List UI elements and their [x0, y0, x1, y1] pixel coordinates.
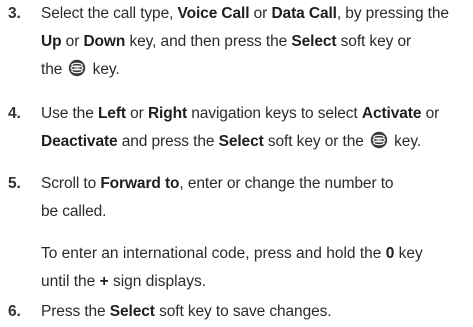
text: Select the call type, [41, 5, 178, 22]
bold-term: Select [218, 133, 264, 150]
step-number: 5. [8, 175, 21, 192]
text: Press the [41, 303, 110, 320]
text: key, and then press the [125, 33, 292, 50]
bold-term: Forward to [100, 175, 180, 192]
step-line: Scroll to Forward to, enter or change th… [41, 170, 471, 198]
bold-term: Deactivate [41, 133, 118, 150]
step-line: Press the Select soft key to save change… [41, 298, 471, 326]
step-line: Up or Down key, and then press the Selec… [41, 28, 471, 56]
bold-term: + [99, 273, 109, 290]
text: key [394, 245, 423, 262]
step-line: Use the Left or Right navigation keys to… [41, 100, 471, 128]
text: soft key or the [263, 133, 368, 150]
text: navigation keys to select [187, 105, 362, 122]
bold-term: Up [41, 33, 62, 50]
step-number: 4. [8, 105, 21, 122]
step-text: Select the call type, Voice Call or Data… [41, 0, 471, 84]
text: soft key to save changes. [154, 303, 332, 320]
select-key-icon [370, 131, 388, 149]
note-line: until the + sign displays. [41, 268, 471, 296]
bold-term: Voice Call [177, 5, 250, 22]
text: To enter an international code, press an… [41, 245, 386, 262]
text: the [41, 61, 67, 78]
bold-term: Down [83, 33, 126, 50]
text: Scroll to [41, 175, 101, 192]
step-line: Deactivate and press the Select soft key… [41, 128, 471, 156]
step-line: be called. [41, 203, 107, 220]
text: , enter or change the number to [179, 175, 394, 192]
text: key. [389, 133, 422, 150]
bold-term: Left [97, 105, 126, 122]
step-text: Scroll to Forward to, enter or change th… [41, 170, 471, 226]
text: or [125, 105, 148, 122]
manual-page: 3. Select the call type, Voice Call or D… [0, 0, 473, 327]
text: sign displays. [108, 273, 207, 290]
step-text: Press the Select soft key to save change… [41, 298, 471, 326]
bold-term: Right [147, 105, 188, 122]
bold-term: Data Call [271, 5, 337, 22]
text: and press the [117, 133, 219, 150]
step-line: Select the call type, Voice Call or Data… [41, 0, 471, 28]
step-number: 6. [8, 303, 21, 320]
text: or [61, 33, 84, 50]
note-line: To enter an international code, press an… [41, 240, 471, 268]
text: soft key or [336, 33, 412, 50]
text: or [249, 5, 272, 22]
step-number: 3. [8, 5, 21, 22]
step-line: the key. [41, 56, 471, 84]
text: until the [41, 273, 100, 290]
text: , by pressing the [336, 5, 449, 22]
step-text: Use the Left or Right navigation keys to… [41, 100, 471, 156]
text: or [421, 105, 440, 122]
text: key. [88, 61, 120, 78]
bold-term: Select [109, 303, 155, 320]
bold-term: Activate [361, 105, 422, 122]
text: Use the [41, 105, 98, 122]
select-key-icon [69, 59, 86, 77]
step-5-note: To enter an international code, press an… [41, 240, 471, 296]
bold-term: Select [291, 33, 337, 50]
